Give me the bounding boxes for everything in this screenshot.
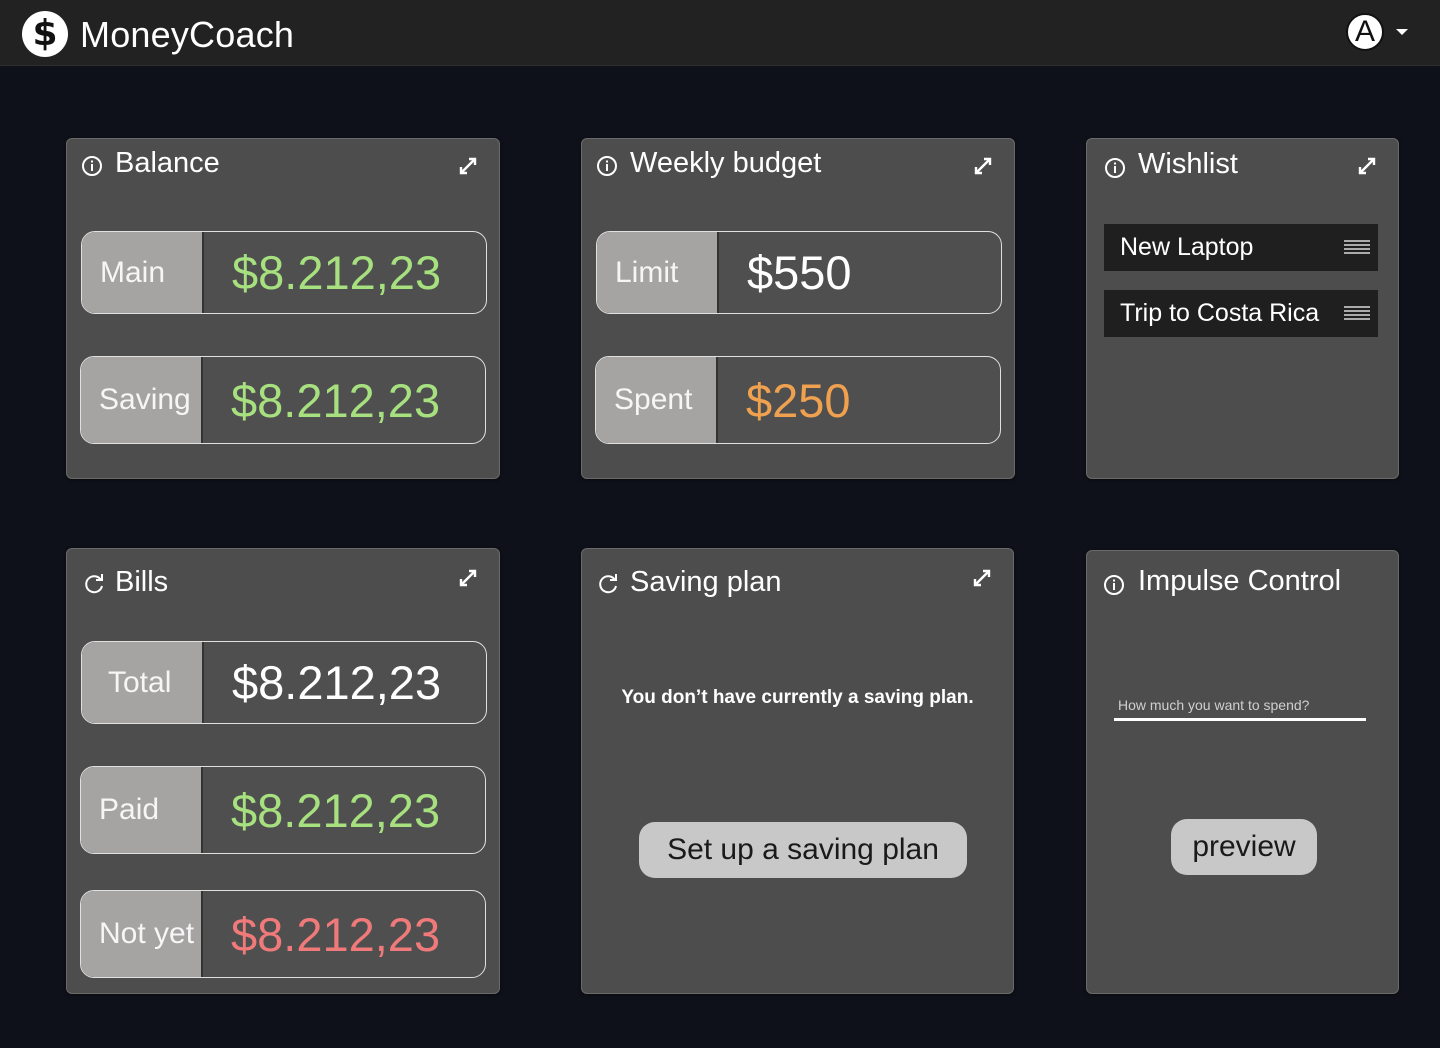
row-label: Main: [82, 232, 204, 313]
expand-icon[interactable]: [971, 567, 993, 589]
wishlist-item[interactable]: Trip to Costa Rica: [1104, 290, 1378, 337]
balance-card: Balance Main $8.212,23 Saving $8.212,23: [66, 138, 500, 479]
card-title: Balance: [115, 147, 220, 179]
wishlist-card: Wishlist New Laptop Trip to Costa Rica: [1086, 138, 1399, 479]
budget-limit-row: Limit $550: [596, 231, 1002, 314]
preview-button[interactable]: preview: [1171, 819, 1317, 875]
bills-card: Bills Total $8.212,23 Paid $8.212,23 Not…: [66, 548, 500, 994]
info-icon[interactable]: [1104, 157, 1126, 179]
card-title: Bills: [115, 566, 169, 598]
weekly-budget-card: Weekly budget Limit $550 Spent $250: [581, 138, 1015, 479]
row-label: Not yet: [81, 891, 203, 977]
top-bar: $ MoneyCoach A: [0, 0, 1440, 66]
expand-icon[interactable]: [1356, 155, 1378, 177]
setup-saving-plan-button[interactable]: Set up a saving plan: [639, 822, 967, 878]
info-icon[interactable]: [596, 155, 618, 177]
spend-amount-input[interactable]: [1114, 681, 1366, 721]
row-label: Paid: [81, 767, 203, 853]
row-label: Spent: [596, 357, 718, 443]
drag-handle-icon[interactable]: [1344, 240, 1370, 254]
row-label: Total: [82, 642, 204, 723]
wishlist-item-label: New Laptop: [1120, 233, 1254, 261]
refresh-icon[interactable]: [598, 573, 620, 595]
user-avatar[interactable]: A: [1346, 13, 1384, 51]
row-value: $8.212,23: [231, 373, 441, 427]
impulse-control-card: Impulse Control preview: [1086, 550, 1399, 994]
bills-total-row: Total $8.212,23: [81, 641, 487, 724]
row-value: $8.212,23: [231, 907, 441, 961]
row-value: $8.212,23: [232, 246, 442, 299]
app-name: MoneyCoach: [80, 14, 295, 55]
dollar-logo-icon: $: [22, 11, 68, 57]
wishlist-item[interactable]: New Laptop: [1104, 224, 1378, 271]
budget-spent-row: Spent $250: [595, 356, 1001, 444]
bills-paid-row: Paid $8.212,23: [80, 766, 486, 854]
card-title: Saving plan: [630, 566, 782, 598]
expand-icon[interactable]: [972, 155, 994, 177]
bills-not-yet-row: Not yet $8.212,23: [80, 890, 486, 978]
card-title: Impulse Control: [1138, 565, 1342, 597]
chevron-down-icon[interactable]: [1396, 29, 1408, 35]
no-saving-plan-message: You don’t have currently a saving plan.: [621, 687, 974, 708]
row-value: $550: [747, 246, 852, 299]
balance-main-row: Main $8.212,23: [81, 231, 487, 314]
row-label: Saving: [81, 357, 203, 443]
wishlist-item-label: Trip to Costa Rica: [1120, 299, 1320, 327]
info-icon[interactable]: [81, 155, 103, 177]
row-value: $8.212,23: [231, 783, 441, 837]
refresh-icon[interactable]: [84, 573, 106, 595]
expand-icon[interactable]: [457, 155, 479, 177]
expand-icon[interactable]: [457, 567, 479, 589]
balance-saving-row: Saving $8.212,23: [80, 356, 486, 444]
card-title: Wishlist: [1138, 148, 1238, 180]
row-value: $250: [746, 373, 851, 427]
row-value: $8.212,23: [232, 656, 442, 709]
row-label: Limit: [597, 232, 719, 313]
saving-plan-card: Saving plan You don’t have currently a s…: [581, 548, 1014, 994]
info-icon[interactable]: [1103, 574, 1125, 596]
drag-handle-icon[interactable]: [1344, 306, 1370, 320]
card-title: Weekly budget: [630, 147, 822, 179]
